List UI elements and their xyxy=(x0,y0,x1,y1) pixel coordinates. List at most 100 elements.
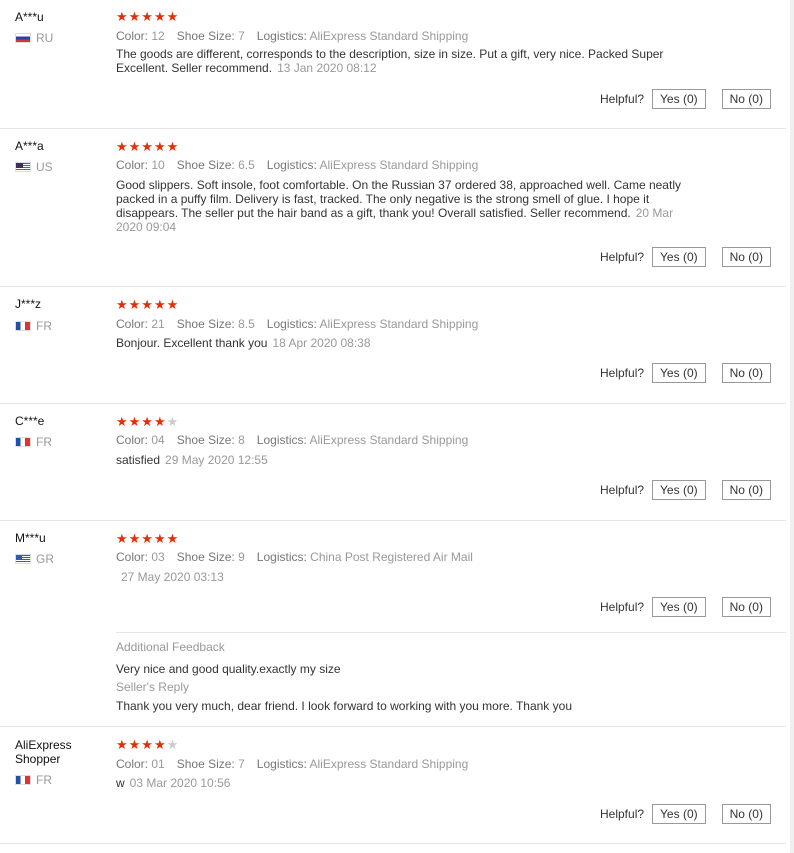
review-text: w 03 Mar 2020 10:56 xyxy=(116,776,686,790)
france-flag-icon xyxy=(15,321,31,331)
color-value: 12 xyxy=(151,29,165,43)
helpful-yes-button[interactable]: Yes (0) xyxy=(652,363,706,383)
helpful-no-button[interactable]: No (0) xyxy=(721,247,771,267)
helpful-yes-button[interactable]: Yes (0) xyxy=(652,804,706,824)
size-label: Shoe Size: xyxy=(176,158,235,172)
helpful-voting: Helpful? Yes (0) No (0) xyxy=(600,247,771,267)
size-value: 8 xyxy=(238,433,245,447)
review-attributes: Color: 04 Shoe Size: 8 Logistics: AliExpre… xyxy=(116,433,468,447)
review-body: w xyxy=(116,776,125,790)
review-body: satisfied xyxy=(116,453,161,467)
logistics-label: Logistics: xyxy=(256,550,307,564)
scrollbar[interactable] xyxy=(790,0,794,853)
review-date: 03 Mar 2020 10:56 xyxy=(129,776,231,790)
country-code: GR xyxy=(36,552,54,566)
star-rating: ★★★★★ xyxy=(116,297,180,312)
star-rating: ★★★★★ xyxy=(116,737,180,752)
size-label: Shoe Size: xyxy=(176,317,235,331)
divider xyxy=(0,520,786,521)
helpful-yes-button[interactable]: Yes (0) xyxy=(652,597,706,617)
reviewer-name: AliExpress Shopper xyxy=(15,738,72,766)
reviewer-country: FR xyxy=(15,319,52,333)
review-date: 29 May 2020 12:55 xyxy=(165,453,268,467)
review-attributes: Color: 03 Shoe Size: 9 Logistics: China Po… xyxy=(116,550,473,564)
size-value: 6.5 xyxy=(238,158,255,172)
reviewer-country: FR xyxy=(15,773,52,787)
color-value: 04 xyxy=(151,433,165,447)
helpful-no-button[interactable]: No (0) xyxy=(721,363,771,383)
france-flag-icon xyxy=(15,437,31,447)
color-value: 03 xyxy=(151,550,165,564)
color-label: Color: xyxy=(116,433,149,447)
additional-feedback-text: Very nice and good quality.exactly my si… xyxy=(116,662,341,676)
helpful-label: Helpful? xyxy=(600,250,645,264)
color-value: 21 xyxy=(151,317,165,331)
helpful-no-button[interactable]: No (0) xyxy=(721,597,771,617)
helpful-no-button[interactable]: No (0) xyxy=(721,804,771,824)
logistics-label: Logistics: xyxy=(266,317,317,331)
reviewer-name: M***u xyxy=(15,531,46,545)
review-text: 27 May 2020 03:13 xyxy=(116,570,686,584)
reviewer-country: US xyxy=(15,160,53,174)
helpful-yes-button[interactable]: Yes (0) xyxy=(652,247,706,267)
review-text: Good slippers. Soft insole, foot comfort… xyxy=(116,178,686,234)
country-code: RU xyxy=(36,31,54,45)
logistics-value: AliExpress Standard Shipping xyxy=(319,158,479,172)
reviewer-country: GR xyxy=(15,552,54,566)
color-label: Color: xyxy=(116,158,149,172)
review-text: Bonjour. Excellent thank you 18 Apr 2020 … xyxy=(116,336,686,350)
country-code: FR xyxy=(36,319,52,333)
size-label: Shoe Size: xyxy=(176,757,235,771)
logistics-label: Logistics: xyxy=(256,29,307,43)
logistics-value: AliExpress Standard Shipping xyxy=(309,757,469,771)
color-label: Color: xyxy=(116,550,149,564)
size-label: Shoe Size: xyxy=(176,550,235,564)
helpful-yes-button[interactable]: Yes (0) xyxy=(652,480,706,500)
star-rating: ★★★★★ xyxy=(116,9,180,24)
divider xyxy=(116,632,786,633)
helpful-label: Helpful? xyxy=(600,366,645,380)
size-value: 7 xyxy=(238,757,245,771)
helpful-label: Helpful? xyxy=(600,483,645,497)
reviewer-country: FR xyxy=(15,435,52,449)
logistics-value: China Post Registered Air Mail xyxy=(310,550,473,564)
helpful-voting: Helpful? Yes (0) No (0) xyxy=(600,804,771,824)
country-code: US xyxy=(36,160,53,174)
review-attributes: Color: 01 Shoe Size: 7 Logistics: AliExpre… xyxy=(116,757,468,771)
color-label: Color: xyxy=(116,29,149,43)
russia-flag-icon xyxy=(15,33,31,43)
color-value: 01 xyxy=(151,757,165,771)
helpful-voting: Helpful? Yes (0) No (0) xyxy=(600,363,771,383)
divider xyxy=(0,843,786,844)
review-attributes: Color: 10 Shoe Size: 6.5 Logistics: AliExp… xyxy=(116,158,478,172)
divider xyxy=(0,726,786,727)
size-value: 9 xyxy=(238,550,245,564)
size-label: Shoe Size: xyxy=(176,433,235,447)
review-attributes: Color: 21 Shoe Size: 8.5 Logistics: AliExp… xyxy=(116,317,478,331)
color-value: 10 xyxy=(151,158,165,172)
reviewer-name: C***e xyxy=(15,414,45,428)
logistics-value: AliExpress Standard Shipping xyxy=(319,317,479,331)
divider xyxy=(0,286,786,287)
reviewer-country: RU xyxy=(15,31,53,45)
divider xyxy=(0,403,786,404)
divider xyxy=(0,128,786,129)
helpful-label: Helpful? xyxy=(600,600,645,614)
review-text: satisfied 29 May 2020 12:55 xyxy=(116,453,686,467)
logistics-label: Logistics: xyxy=(256,433,307,447)
greece-flag-icon xyxy=(15,554,31,564)
helpful-voting: Helpful? Yes (0) No (0) xyxy=(600,480,771,500)
seller-reply-title: Seller's Reply xyxy=(116,680,189,694)
helpful-voting: Helpful? Yes (0) No (0) xyxy=(600,597,771,617)
star-rating: ★★★★★ xyxy=(116,414,180,429)
review-date: 18 Apr 2020 08:38 xyxy=(272,336,371,350)
reviewer-name: A***u xyxy=(15,10,44,24)
helpful-no-button[interactable]: No (0) xyxy=(721,480,771,500)
logistics-label: Logistics: xyxy=(256,757,307,771)
review-attributes: Color: 12 Shoe Size: 7 Logistics: AliExpre… xyxy=(116,29,468,43)
helpful-yes-button[interactable]: Yes (0) xyxy=(652,89,706,109)
reviewer-name: A***a xyxy=(15,139,44,153)
helpful-no-button[interactable]: No (0) xyxy=(721,89,771,109)
color-label: Color: xyxy=(116,317,149,331)
review-date: 13 Jan 2020 08:12 xyxy=(277,61,377,75)
